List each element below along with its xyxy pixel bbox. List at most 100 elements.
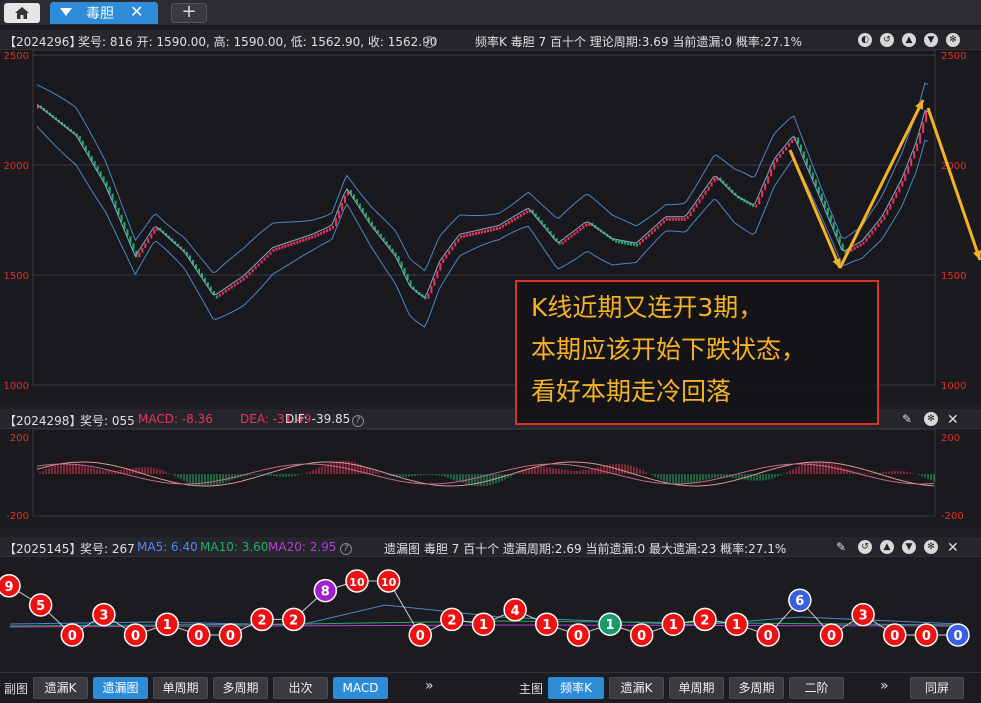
- y-tick-left: 1500: [4, 271, 29, 282]
- candle: [662, 220, 665, 224]
- gear-icon[interactable]: ✻: [924, 412, 938, 426]
- candle: [296, 240, 299, 244]
- btn-main-multi-period[interactable]: 多周期: [729, 677, 784, 699]
- candle: [430, 285, 433, 294]
- miss-draw-no: 奖号: 267: [80, 542, 135, 556]
- miss-ball-label: 8: [321, 585, 330, 600]
- annotation-line-1: K线近期又连开3期，: [531, 293, 764, 322]
- candle: [784, 146, 788, 151]
- up-icon[interactable]: ▲: [902, 33, 916, 47]
- ma10-value: MA10: 3.60: [200, 540, 269, 554]
- btn-miss-chart[interactable]: 遗漏图: [93, 677, 148, 699]
- miss-ball-label: 0: [416, 629, 425, 644]
- candle: [275, 247, 278, 251]
- macd-chart[interactable]: 200 200 -200 -200: [0, 428, 981, 528]
- btn-miss-k[interactable]: 遗漏K: [33, 677, 88, 699]
- miss-ball-label: 1: [732, 618, 741, 633]
- candle: [624, 241, 627, 245]
- tab-dudan[interactable]: 毒胆 ✕: [50, 2, 158, 24]
- settings-icon[interactable]: ◐: [858, 33, 872, 47]
- tab-bar: 毒胆 ✕ +: [0, 0, 981, 26]
- y-tick-right: 1500: [941, 271, 966, 282]
- miss-chart[interactable]: 9 5 0 3 0 1 0 0 2 2 8 10 10 0 2 1 4 1 0 1 0 1 2 1 0 6 0 3 0 0 0: [0, 557, 981, 671]
- up-icon[interactable]: ▲: [880, 540, 894, 554]
- candle: [585, 223, 588, 227]
- candle: [335, 218, 338, 226]
- help-icon[interactable]: ?: [340, 543, 352, 555]
- candle: [677, 217, 680, 221]
- candle: [644, 236, 648, 240]
- candle: [582, 225, 585, 229]
- candle: [138, 252, 141, 258]
- miss-svg: 9503010 02 2810 1002 1410101 2 106030 0 0: [0, 569, 970, 647]
- btn-main-single-period[interactable]: 单周期: [669, 677, 724, 699]
- candle: [570, 234, 573, 238]
- same-screen-button[interactable]: 同屏: [910, 677, 964, 699]
- tab-close-icon[interactable]: ✕: [130, 2, 143, 21]
- macd-plot-area: [32, 428, 936, 517]
- candle: [665, 217, 668, 221]
- close-icon[interactable]: ✕: [947, 540, 959, 556]
- candle: [427, 293, 430, 299]
- candle: [901, 181, 904, 187]
- btn-single-period[interactable]: 单周期: [153, 677, 208, 699]
- down-icon[interactable]: ▼: [902, 540, 916, 554]
- close-icon[interactable]: ✕: [947, 412, 959, 428]
- help-icon[interactable]: ?: [352, 415, 364, 427]
- help-icon[interactable]: ?: [423, 36, 435, 48]
- candle: [579, 228, 582, 232]
- candle: [251, 269, 254, 273]
- btn-count[interactable]: 出次: [273, 677, 328, 699]
- down-icon[interactable]: ▼: [924, 33, 938, 47]
- candle: [507, 221, 510, 225]
- candle: [466, 233, 469, 237]
- candle: [141, 247, 144, 253]
- candle: [281, 245, 284, 249]
- ma5-value: MA5: 6.40: [137, 540, 198, 554]
- miss-ball-label: 4: [511, 604, 520, 619]
- candle: [889, 203, 892, 210]
- btn-second-order[interactable]: 二阶: [789, 677, 844, 699]
- gear-icon[interactable]: ✻: [946, 33, 960, 47]
- macd-code: 【2024298】: [4, 414, 82, 428]
- candle: [635, 243, 639, 247]
- refresh-icon[interactable]: ↺: [880, 33, 894, 47]
- more-right-button[interactable]: »: [880, 678, 889, 694]
- home-button[interactable]: [4, 3, 40, 23]
- candle: [305, 237, 308, 241]
- pin-icon[interactable]: ✎: [836, 540, 846, 554]
- btn-multi-period[interactable]: 多周期: [213, 677, 268, 699]
- candle: [764, 183, 767, 191]
- macd-y-tick-left: 200: [10, 433, 29, 444]
- candle: [337, 210, 341, 219]
- candle: [689, 211, 692, 217]
- candle: [317, 233, 320, 237]
- candle: [692, 207, 695, 212]
- candle: [767, 176, 770, 184]
- ma20-value: MA20: 2.95: [268, 540, 337, 554]
- more-left-button[interactable]: »: [425, 678, 434, 694]
- candle: [913, 150, 916, 159]
- candle: [647, 233, 650, 237]
- miss-ball-label: 0: [574, 629, 583, 644]
- btn-freq-k[interactable]: 频率K: [548, 677, 604, 699]
- candle: [862, 241, 865, 245]
- candle: [686, 216, 689, 220]
- candle: [299, 239, 302, 243]
- btn-macd[interactable]: MACD: [333, 677, 388, 699]
- y-tick-left: 2500: [4, 51, 29, 62]
- candle: [433, 278, 436, 286]
- candle: [498, 226, 501, 230]
- refresh-icon[interactable]: ↺: [858, 540, 872, 554]
- candle: [853, 246, 856, 250]
- candle: [436, 270, 439, 279]
- add-tab-button[interactable]: +: [171, 3, 207, 23]
- candle: [320, 231, 323, 235]
- pin-icon[interactable]: ✎: [902, 412, 912, 426]
- candle: [698, 199, 701, 204]
- main-chart-label: 主图: [519, 682, 544, 696]
- gear-icon[interactable]: ✻: [924, 540, 938, 554]
- btn-main-miss-k[interactable]: 遗漏K: [609, 677, 664, 699]
- candle: [287, 243, 290, 247]
- candle: [150, 233, 153, 239]
